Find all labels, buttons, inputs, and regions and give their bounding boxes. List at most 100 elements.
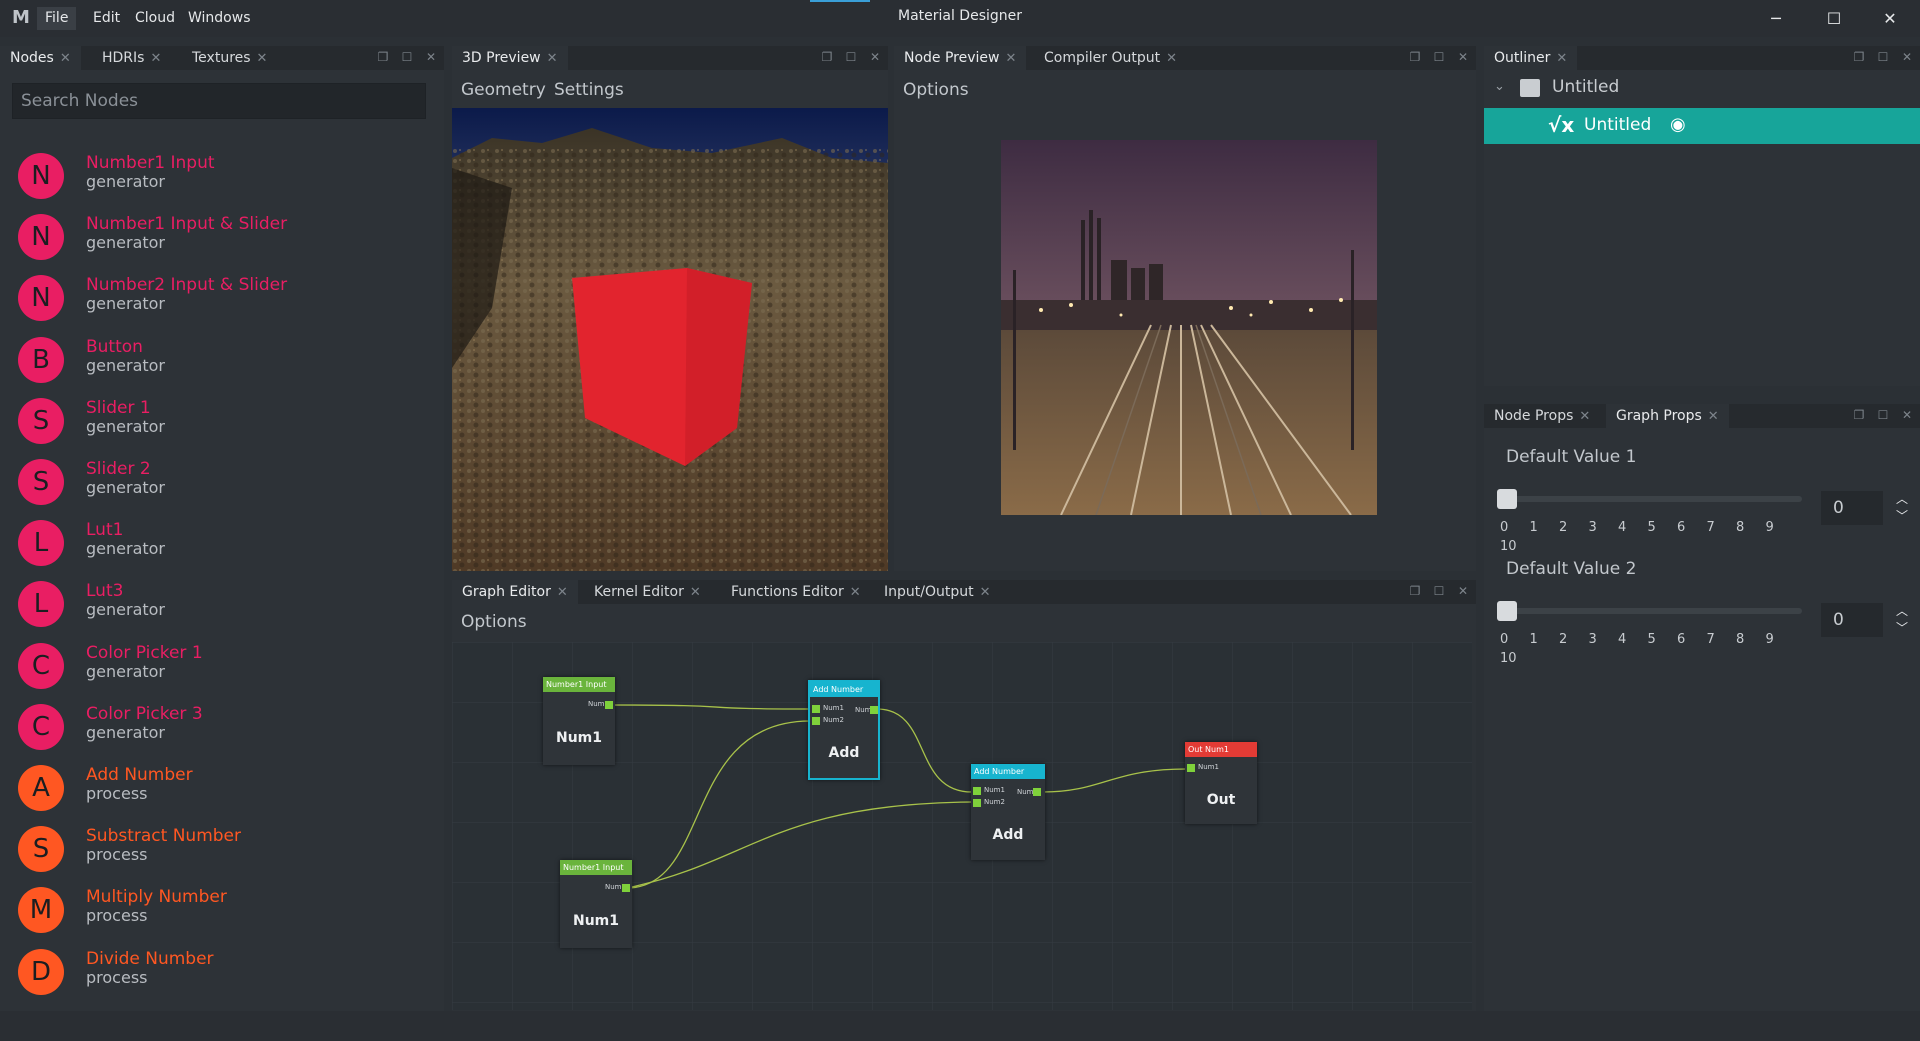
close-icon[interactable]: ✕ xyxy=(1579,409,1590,424)
input-port[interactable] xyxy=(812,717,820,725)
node-list-item[interactable]: N Number1 Input generator xyxy=(18,153,438,203)
tab-textures[interactable]: Textures ✕ xyxy=(182,46,277,70)
float-icon[interactable]: ❐ xyxy=(1852,408,1866,422)
node-list-item[interactable]: C Color Picker 3 generator xyxy=(18,703,438,754)
default-value-2-input[interactable]: 0 xyxy=(1821,603,1883,637)
3d-viewport[interactable] xyxy=(452,108,888,571)
float-icon[interactable]: ❐ xyxy=(1408,584,1422,598)
close-window-button[interactable]: ✕ xyxy=(1870,6,1910,32)
node-list-item[interactable]: B Button generator xyxy=(18,336,438,387)
spin-down-icon[interactable]: ﹀ xyxy=(1890,621,1914,635)
close-panel-icon[interactable]: ✕ xyxy=(1456,584,1470,598)
input-port[interactable] xyxy=(1187,764,1195,772)
close-icon[interactable]: ✕ xyxy=(547,51,558,66)
tab-hdris[interactable]: HDRIs ✕ xyxy=(92,46,171,70)
tab-nodes[interactable]: Nodes ✕ xyxy=(0,46,81,70)
node-list-item[interactable]: S Slider 2 generator xyxy=(18,459,438,509)
output-port[interactable] xyxy=(605,701,613,709)
graph-node-out-num1[interactable]: Out Num1 Num1 Out xyxy=(1185,742,1257,824)
tab-node-props[interactable]: Node Props ✕ xyxy=(1484,404,1600,428)
input-port[interactable] xyxy=(973,787,981,795)
maximize-panel-icon[interactable]: ☐ xyxy=(1432,50,1446,64)
close-icon[interactable]: ✕ xyxy=(1708,409,1719,424)
chevron-down-icon[interactable]: ⌄ xyxy=(1494,79,1508,94)
tab-graph-editor[interactable]: Graph Editor ✕ xyxy=(452,580,578,604)
close-panel-icon[interactable]: ✕ xyxy=(1900,50,1914,64)
output-port[interactable] xyxy=(870,706,878,714)
spin-up-icon[interactable]: ︿ xyxy=(1890,604,1914,618)
node-list-item[interactable]: N Number1 Input & Slider generator xyxy=(18,214,438,264)
tab-compiler-output[interactable]: Compiler Output ✕ xyxy=(1034,46,1187,70)
minimize-button[interactable]: ─ xyxy=(1756,6,1796,32)
output-port[interactable] xyxy=(622,884,630,892)
tab-outliner[interactable]: Outliner ✕ xyxy=(1484,46,1578,70)
float-icon[interactable]: ❐ xyxy=(820,50,834,64)
maximize-panel-icon[interactable]: ☐ xyxy=(1876,50,1890,64)
tab-graph-props[interactable]: Graph Props ✕ xyxy=(1606,404,1729,428)
close-panel-icon[interactable]: ✕ xyxy=(868,50,882,64)
node-title: Substract Number xyxy=(86,826,241,847)
close-panel-icon[interactable]: ✕ xyxy=(1900,408,1914,422)
close-icon[interactable]: ✕ xyxy=(150,51,161,66)
close-icon[interactable]: ✕ xyxy=(690,585,701,600)
close-icon[interactable]: ✕ xyxy=(1005,51,1016,66)
geometry-menu[interactable]: Geometry xyxy=(461,76,546,104)
maximize-panel-icon[interactable]: ☐ xyxy=(1876,408,1890,422)
close-icon[interactable]: ✕ xyxy=(60,51,71,66)
output-port[interactable] xyxy=(1033,788,1041,796)
tab-3d-preview[interactable]: 3D Preview ✕ xyxy=(452,46,568,70)
maximize-panel-icon[interactable]: ☐ xyxy=(1432,584,1446,598)
outliner-tabbar: Outliner ✕ ❐ ☐ ✕ xyxy=(1484,46,1920,70)
input-port[interactable] xyxy=(812,705,820,713)
graph-node-add-number[interactable]: Add Number Num1 Num2 Num Add xyxy=(971,764,1045,860)
input-port[interactable] xyxy=(973,799,981,807)
tab-functions-editor[interactable]: Functions Editor ✕ xyxy=(721,580,871,604)
node-list-item[interactable]: S Slider 1 generator xyxy=(18,397,438,448)
graph-node-number1-input[interactable]: Number1 Input Num1 Num1 xyxy=(560,860,632,948)
options-menu[interactable]: Options xyxy=(461,608,527,636)
maximize-panel-icon[interactable]: ☐ xyxy=(400,50,414,64)
node-list-item[interactable]: L Lut1 generator xyxy=(18,520,438,570)
default-value-1-input[interactable]: 0 xyxy=(1821,491,1883,525)
default-value-2-slider-track[interactable] xyxy=(1506,608,1802,614)
node-list-item[interactable]: L Lut3 generator xyxy=(18,581,438,631)
close-icon[interactable]: ✕ xyxy=(257,51,268,66)
node-list-item[interactable]: S Substract Number process xyxy=(18,826,438,876)
options-menu[interactable]: Options xyxy=(903,76,969,104)
graph-canvas[interactable]: Number1 Input Num1 Num1 Number1 Input Nu… xyxy=(452,642,1472,1010)
node-list-item[interactable]: N Number2 Input & Slider generator xyxy=(18,275,438,325)
node-list-item[interactable]: M Multiply Number process xyxy=(18,887,438,937)
outliner-root-label[interactable]: Untitled xyxy=(1552,77,1619,97)
close-icon[interactable]: ✕ xyxy=(850,585,861,600)
spin-down-icon[interactable]: ﹀ xyxy=(1890,509,1914,523)
graph-node-add-number[interactable]: Add Number Num1 Num2 Num Add xyxy=(808,680,880,780)
float-icon[interactable]: ❐ xyxy=(1408,50,1422,64)
default-value-2-label: Default Value 2 xyxy=(1506,559,1637,579)
close-icon[interactable]: ✕ xyxy=(1166,51,1177,66)
outliner-item-selected[interactable]: √x Untitled ◉ xyxy=(1484,108,1920,144)
tab-input-output[interactable]: Input/Output ✕ xyxy=(874,580,1001,604)
close-panel-icon[interactable]: ✕ xyxy=(1456,50,1470,64)
default-value-2-slider-handle[interactable] xyxy=(1497,601,1517,621)
float-icon[interactable]: ❐ xyxy=(376,50,390,64)
default-value-1-slider-handle[interactable] xyxy=(1497,489,1517,509)
close-icon[interactable]: ✕ xyxy=(980,585,991,600)
search-nodes-input[interactable]: Search Nodes xyxy=(12,83,426,119)
tab-kernel-editor[interactable]: Kernel Editor ✕ xyxy=(584,580,711,604)
node-category: generator xyxy=(86,478,166,497)
eye-icon[interactable]: ◉ xyxy=(1670,114,1686,135)
close-icon[interactable]: ✕ xyxy=(557,585,568,600)
default-value-1-slider-track[interactable] xyxy=(1506,496,1802,502)
tab-node-preview[interactable]: Node Preview ✕ xyxy=(894,46,1027,70)
node-list-item[interactable]: D Divide Number process xyxy=(18,948,438,999)
graph-node-number1-input[interactable]: Number1 Input Num1 Num1 xyxy=(543,677,615,765)
close-icon[interactable]: ✕ xyxy=(1556,51,1567,66)
maximize-panel-icon[interactable]: ☐ xyxy=(844,50,858,64)
spin-up-icon[interactable]: ︿ xyxy=(1890,492,1914,506)
close-panel-icon[interactable]: ✕ xyxy=(424,50,438,64)
float-icon[interactable]: ❐ xyxy=(1852,50,1866,64)
node-list-item[interactable]: A Add Number process xyxy=(18,765,438,815)
settings-menu[interactable]: Settings xyxy=(554,76,624,104)
node-list-item[interactable]: C Color Picker 1 generator xyxy=(18,642,438,693)
maximize-button[interactable]: ☐ xyxy=(1814,6,1854,32)
